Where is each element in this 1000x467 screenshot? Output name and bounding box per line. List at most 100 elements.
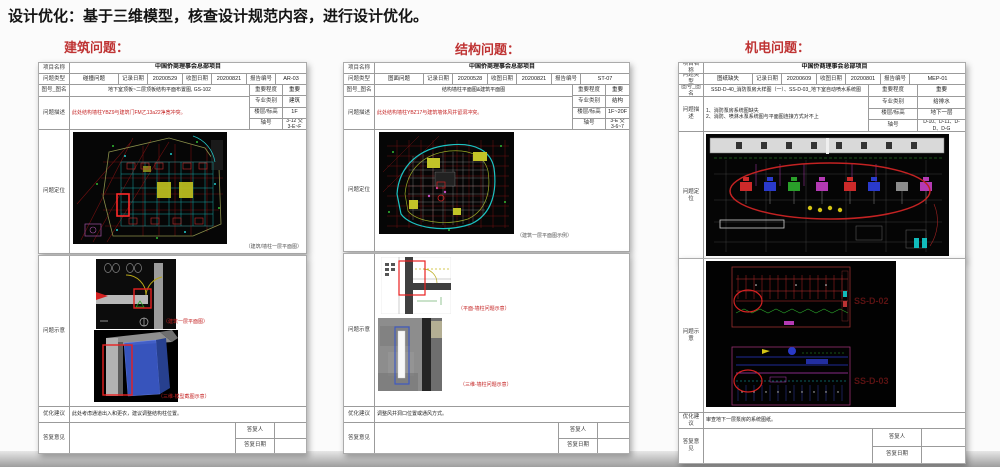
type-value: 图纸缺失: [704, 74, 753, 84]
record-date-label: 记录日期: [424, 74, 453, 84]
wall-plan-detail-image: [381, 257, 451, 314]
struct-report-card-top: 项目名称 中国侨商理事会总部项目 问题类型 图面问题 记录日期 20200528…: [343, 62, 630, 252]
suggest-value: 审查地下一层泵房的系统图纸。: [704, 413, 965, 428]
desc-value: 1、消防泵房系统图缺失 2、消防、喷淋水泵系统图与平面图连接方式对不上: [704, 97, 868, 131]
locate-row: 问题定位: [39, 130, 306, 253]
detail-row: 图号_图名 结构墙柱平面图&建筑平面图 问题描述 此处结构墙柱YBZ17与建筑墙…: [344, 85, 629, 130]
reply-label: 答复意见: [344, 423, 375, 453]
meta-row: 问题类型 图面问题 记录日期 20200528 收图日期 20200821 报告…: [344, 74, 629, 85]
detail-row: 图号_图名 SSD-D-40_消防泵房大样图（一）、SS-D-03_地下室自动喷…: [679, 85, 965, 132]
detail-right: 重要程度重要 专业类别给排水 楼层/标高地下一层 轴号D-10、D-11、D-D…: [869, 85, 965, 131]
reply-date-value: [598, 439, 629, 454]
sketch-label: 问题示意: [344, 254, 375, 406]
reply-label: 答复意见: [679, 429, 704, 463]
floor-value: 1F: [283, 108, 306, 118]
receive-date-label: 收图日期: [183, 74, 212, 84]
locate-image-area: （建筑一层平面图示例）: [375, 130, 629, 251]
axis-value: 3-12 交 3-E~F: [283, 119, 306, 129]
page-title: 设计优化：基于三维模型，核查设计规范内容，进行设计优化。: [8, 5, 428, 26]
locate-label: 问题定位: [344, 130, 375, 251]
project-value: 中国侨商理事会总部项目: [375, 63, 629, 73]
locate-label: 问题定位: [679, 132, 704, 259]
report-no-label: 报告编号: [881, 74, 910, 84]
sketch-caption-1: （建筑一层平面图）: [163, 319, 208, 325]
sketch-label: 问题示意: [679, 259, 704, 412]
detail-right: 重要程度重要 专业类别建筑 楼层/标高1F 轴号3-12 交 3-E~F: [250, 85, 306, 129]
project-label: 项目名称: [344, 63, 375, 73]
system-diagram-image: SS-D-02 SS-D-03: [706, 261, 896, 407]
drawing-value: 结构墙柱平面图&建筑平面图: [375, 85, 572, 96]
record-date-value: 20200528: [453, 74, 488, 84]
sketch-label: 问题示意: [39, 256, 70, 406]
suggest-value: 调整风井洞口位置或通风方式。: [375, 407, 629, 422]
arch-report-card-top: 项目名称 中国侨商理事会总部项目 问题类型 碰撞问题 记录日期 20200529…: [38, 62, 307, 254]
replier-value: [922, 429, 965, 446]
record-date-value: 20200529: [148, 74, 183, 84]
project-label: 项目名称: [679, 63, 704, 73]
wall-3d-model-image: [378, 318, 442, 391]
replier-label: 答复人: [873, 429, 922, 446]
major-label: 专业类别: [869, 97, 918, 108]
reply-value: [70, 423, 236, 453]
major-value: 建筑: [283, 96, 306, 106]
project-row: 项目名称 中国侨商理事会总部项目: [344, 63, 629, 74]
axis-label: 轴号: [869, 120, 918, 131]
struct-report-card-bottom: 问题示意 （平面-墙柱问题示意）: [343, 253, 630, 454]
receive-date-value: 20200821: [517, 74, 552, 84]
sketch-image-area: （建筑一层平面图） （三维-模型截图示意）: [70, 256, 306, 406]
replier-value: [275, 423, 306, 438]
record-date-label: 记录日期: [753, 74, 782, 84]
column-header-structure: 结构问题：: [455, 39, 520, 58]
sketch-row: 问题示意 （建筑一层平面图）: [39, 256, 306, 407]
major-label: 专业类别: [250, 96, 283, 106]
diagram2-label: SS-D-03: [854, 376, 889, 386]
detail-left: 图号_图名 SSD-D-40_消防泵房大样图（一）、SS-D-03_地下室自动喷…: [679, 85, 869, 131]
floor-value: 1F~20F: [606, 108, 629, 118]
desc-label: 问题描述: [679, 97, 704, 131]
report-no-label: 报告编号: [247, 74, 276, 84]
type-label: 问题类型: [344, 74, 375, 84]
type-label: 问题类型: [679, 74, 704, 84]
reply-row: 答复意见 答复人 答复日期: [679, 429, 965, 463]
reply-row: 答复意见 答复人 答复日期: [39, 423, 306, 453]
drawing-label: 图号_图名: [39, 85, 70, 96]
reply-label: 答复意见: [39, 423, 70, 453]
suggest-label: 优化建议: [344, 407, 375, 422]
importance-label: 重要程度: [869, 85, 918, 96]
project-value: 中国侨商理事会总部项目: [70, 63, 306, 73]
importance-value: 重要: [918, 85, 965, 96]
meta-row: 问题类型 图纸缺失 记录日期 20200609 收图日期 20200801 报告…: [679, 74, 965, 85]
major-value: 给排水: [918, 97, 965, 108]
meta-row: 问题类型 碰撞问题 记录日期 20200529 收图日期 20200821 报告…: [39, 74, 306, 85]
sketch-image-area: SS-D-02 SS-D-03: [704, 259, 965, 412]
drawing-value: 地下室顶板~二层顶板结构平面布置图, GS-102: [70, 85, 249, 96]
desc-label: 问题描述: [344, 97, 375, 129]
suggest-row: 优化建议 调整风井洞口位置或通风方式。: [344, 407, 629, 423]
project-row: 项目名称 中国侨商理事会总部项目: [39, 63, 306, 74]
locate-row: 问题定位: [679, 132, 965, 259]
arch-report-card-bottom: 问题示意 （建筑一层平面图）: [38, 255, 307, 454]
sketch-image-area: （平面-墙柱问题示意） （三维-墙柱问题示意）: [375, 254, 629, 406]
site-plan-cad-image: [73, 132, 227, 244]
sketch-caption-1: （平面-墙柱问题示意）: [458, 306, 510, 312]
desc-line-2: 2、消防、喷淋水泵系统图与平面图连接方式对不上: [706, 114, 819, 120]
axis-label: 轴号: [573, 119, 606, 129]
record-date-value: 20200609: [782, 74, 817, 84]
diagram1-label: SS-D-02: [854, 296, 889, 306]
report-no-label: 报告编号: [552, 74, 581, 84]
suggest-label: 优化建议: [679, 413, 704, 428]
receive-date-value: 20200821: [212, 74, 247, 84]
locate-image-area: [704, 132, 965, 259]
locate-image-area: （建筑/墙柱一层平面图）: [70, 130, 306, 253]
report-no-value: ST-07: [581, 74, 629, 84]
locate-caption: （建筑一层平面图示例）: [517, 233, 572, 239]
floor-label: 楼层/标高: [250, 108, 283, 118]
suggest-value: 此处考虑通道出入和更衣，建议调整结构柱位置。: [70, 407, 306, 422]
axis-label: 轴号: [250, 119, 283, 129]
structure-plan-cad-image: [379, 132, 514, 234]
detail-right: 重要程度重要 专业类别结构 楼层/标高1F~20F 轴号3-E 交 3-6~7: [573, 85, 629, 129]
type-value: 碰撞问题: [70, 74, 119, 84]
axis-value: 3-E 交 3-6~7: [606, 119, 629, 129]
detail-left: 图号_图名 结构墙柱平面图&建筑平面图 问题描述 此处结构墙柱YBZ17与建筑墙…: [344, 85, 573, 129]
desc-value: 此处结构墙柱YBZ9与建筑门FM乙13a22净宽冲突。: [70, 97, 249, 129]
